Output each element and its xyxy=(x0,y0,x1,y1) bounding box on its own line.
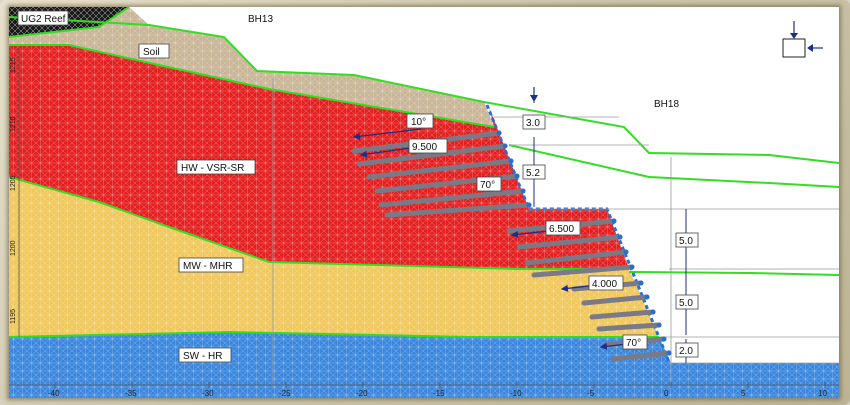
x-tick-label: -10 xyxy=(510,389,522,398)
dim-1-label: 3.0 xyxy=(526,118,540,129)
borehole-left-label: BH13 xyxy=(248,14,273,25)
x-tick-label: -25 xyxy=(279,389,291,398)
x-tick-label: -15 xyxy=(433,389,445,398)
x-tick-label: 0 xyxy=(664,389,669,398)
angle-low-label: 70° xyxy=(626,338,641,349)
model-canvas: UG2 Reef Soil HW - VSR-SR MW - MHR SW - … xyxy=(9,7,839,398)
x-tick-label: 10 xyxy=(818,389,827,398)
water-table-icon xyxy=(782,21,823,58)
angle-mid-label: 70° xyxy=(480,180,495,191)
reef-label: UG2 Reef xyxy=(21,14,66,25)
borehole-right-label: BH18 xyxy=(654,99,679,110)
soil-label: Soil xyxy=(143,47,160,58)
y-tick-label: 1200 xyxy=(10,240,17,256)
y-tick-label: 1205 xyxy=(10,175,17,191)
length-top-label: 9.500 xyxy=(412,142,437,153)
groundwater-arrow-icon xyxy=(530,87,538,102)
x-tick-label: -20 xyxy=(356,389,368,398)
x-tick-label: 5 xyxy=(741,389,746,398)
length-low-label: 4.000 xyxy=(592,279,617,290)
x-tick-label: -35 xyxy=(125,389,137,398)
x-tick-label: -5 xyxy=(587,389,595,398)
dim-3-label: 5.0 xyxy=(679,236,693,247)
dim-5-label: 2.0 xyxy=(679,346,693,357)
slope-section-diagram: UG2 Reef Soil HW - VSR-SR MW - MHR SW - … xyxy=(9,7,839,398)
y-tick-label: 1195 xyxy=(10,309,17,324)
x-tick-label: -40 xyxy=(48,389,60,398)
dim-4-label: 5.0 xyxy=(679,298,693,309)
length-mid-label: 6.500 xyxy=(549,224,574,235)
dim-2-label: 5.2 xyxy=(526,168,540,179)
x-tick-label: -30 xyxy=(202,389,214,398)
hw-label: HW - VSR-SR xyxy=(181,163,244,174)
sw-label: SW - HR xyxy=(183,351,222,362)
angle-top-label: 10° xyxy=(411,117,426,128)
mw-label: MW - MHR xyxy=(183,261,232,272)
y-tick-label: 1210 xyxy=(10,116,17,132)
window-frame: UG2 Reef Soil HW - VSR-SR MW - MHR SW - … xyxy=(0,0,850,405)
y-tick-label: 1215 xyxy=(10,57,17,73)
